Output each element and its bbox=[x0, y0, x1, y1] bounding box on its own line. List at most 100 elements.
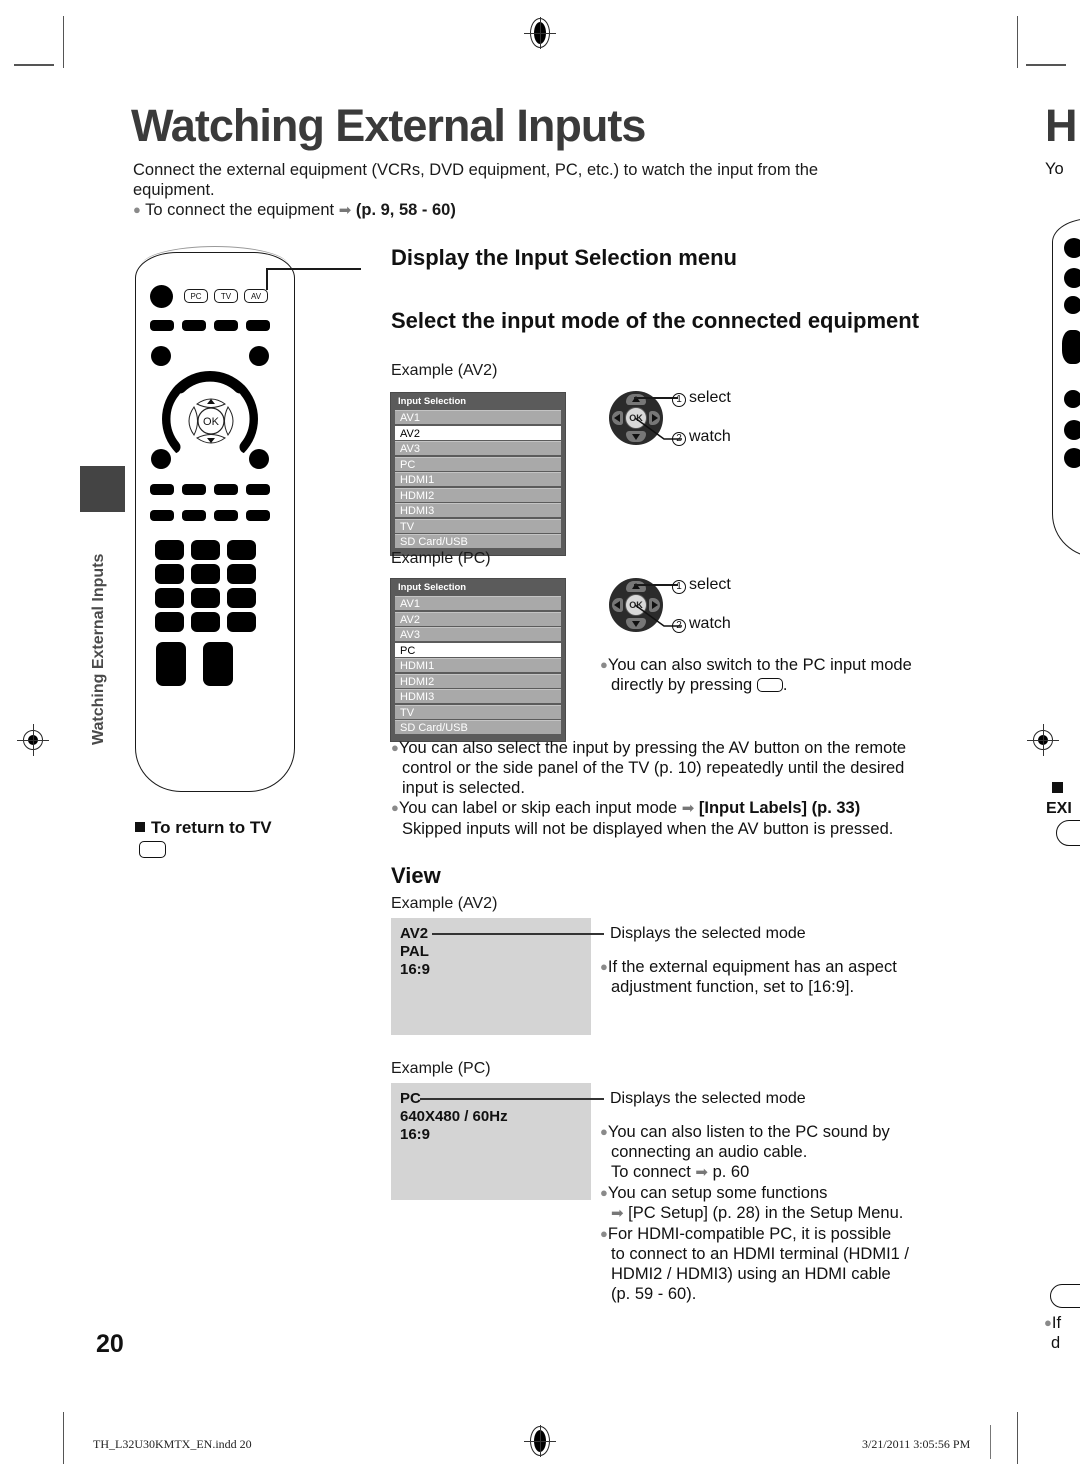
note-input-labels-line1: You can label or skip each input mode bbox=[398, 799, 678, 817]
callout-leader-vertical bbox=[266, 268, 268, 290]
step-watch-av2: 2 watch bbox=[672, 428, 731, 446]
osd-item-hdmi3[interactable]: HDMI3 bbox=[395, 503, 561, 517]
tv-screen-av2-osd: AV2 PAL 16:9 bbox=[400, 925, 430, 979]
step-select-label: select bbox=[689, 576, 731, 593]
callout-pc-label: Displays the selected mode bbox=[610, 1090, 806, 1107]
osd-item-pc[interactable]: PC bbox=[395, 456, 561, 471]
remote-keypad-button bbox=[155, 564, 184, 584]
remote-button bbox=[249, 346, 269, 366]
input-selection-menu-pc[interactable]: Input Selection AV1 AV2 AV3 PC HDMI1 HDM… bbox=[390, 578, 566, 742]
step-number-2: 2 bbox=[672, 619, 686, 633]
note-av-line1: You can also select the input by pressin… bbox=[398, 739, 907, 757]
note-av2-aspect-line2: adjustment function, set to [16:9]. bbox=[611, 978, 855, 996]
step-number-1: 1 bbox=[672, 580, 686, 594]
remote-button-large bbox=[203, 642, 233, 686]
step-select-av2: 1 select bbox=[672, 389, 731, 407]
next-page-button bbox=[1064, 390, 1080, 408]
right-arrow-icon: ➡ bbox=[611, 1205, 624, 1222]
registration-mark-top bbox=[524, 17, 556, 49]
bullet-dot-icon: ● bbox=[600, 1124, 608, 1139]
registration-mark-left bbox=[17, 724, 49, 756]
osd-item-av1[interactable]: AV1 bbox=[395, 410, 561, 424]
note-pc-setup-1: You can setup some functions bbox=[607, 1184, 828, 1202]
osd-item-hdmi3[interactable]: HDMI3 bbox=[395, 689, 561, 703]
bullet-dot-icon: ● bbox=[600, 1226, 608, 1241]
note-av-line3: input is selected. bbox=[402, 779, 525, 797]
note-av2-aspect: ●If the external equipment has an aspect… bbox=[600, 957, 980, 997]
input-selection-menu-av2[interactable]: Input Selection AV1 AV2 AV3 PC HDMI1 HDM… bbox=[390, 392, 566, 556]
screen-pc-aspect: 16:9 bbox=[400, 1126, 431, 1143]
step-watch-pc: 2 watch bbox=[672, 615, 731, 633]
callout-leader-horizontal bbox=[266, 268, 361, 270]
screen-av2-mode: AV2 bbox=[400, 925, 429, 942]
screen-av2-aspect: 16:9 bbox=[400, 961, 431, 978]
return-to-tv-label: To return to TV bbox=[151, 818, 272, 837]
step-watch-label: watch bbox=[689, 428, 731, 445]
osd-item-pc[interactable]: PC bbox=[395, 642, 561, 657]
remote-button bbox=[182, 320, 206, 331]
osd-item-tv[interactable]: TV bbox=[395, 704, 561, 719]
remote-button-large bbox=[156, 642, 186, 686]
page-number: 20 bbox=[96, 1330, 124, 1358]
crop-mark-bottom-left-v bbox=[63, 1412, 64, 1464]
view-example-pc-caption: Example (PC) bbox=[391, 1060, 491, 1077]
svg-text:OK: OK bbox=[203, 416, 220, 428]
remote-pc-label: PC bbox=[184, 289, 208, 303]
crop-mark-top-left-h bbox=[14, 64, 54, 66]
crop-mark-top-left-v bbox=[63, 16, 64, 68]
remote-keypad-button bbox=[227, 612, 256, 632]
step-watch-label: watch bbox=[689, 615, 731, 632]
remote-tv-label: TV bbox=[214, 289, 238, 303]
next-page-square-bullet-icon bbox=[1052, 782, 1063, 793]
remote-keypad-button bbox=[227, 540, 256, 560]
osd-item-hdmi1[interactable]: HDMI1 bbox=[395, 658, 561, 672]
footer-filename: TH_L32U30KMTX_EN.indd 20 bbox=[93, 1437, 252, 1451]
osd-item-av1[interactable]: AV1 bbox=[395, 596, 561, 610]
view-example-av2-caption: Example (AV2) bbox=[391, 895, 498, 912]
page-title: Watching External Inputs bbox=[131, 100, 646, 151]
note-pc-sound-2: connecting an audio cable. bbox=[611, 1143, 808, 1161]
intro-bullet-ref: (p. 9, 58 - 60) bbox=[355, 201, 456, 219]
remote-keypad-button bbox=[191, 612, 220, 632]
square-bullet-icon bbox=[135, 822, 145, 832]
heading-view: View bbox=[391, 863, 441, 888]
remote-keypad-button bbox=[191, 564, 220, 584]
remote-keypad-button bbox=[227, 564, 256, 584]
footer-divider bbox=[990, 1425, 991, 1459]
osd-item-av3[interactable]: AV3 bbox=[395, 441, 561, 455]
remote-power-button bbox=[150, 285, 173, 308]
osd-item-sd-card-usb[interactable]: SD Card/USB bbox=[395, 720, 561, 734]
osd-item-av3[interactable]: AV3 bbox=[395, 627, 561, 641]
remote-button bbox=[246, 320, 270, 331]
bullet-dot-icon: ● bbox=[391, 740, 399, 755]
remote-button bbox=[151, 449, 171, 469]
next-page-bullet-line2: d bbox=[1051, 1334, 1061, 1352]
osd-item-hdmi1[interactable]: HDMI1 bbox=[395, 472, 561, 486]
osd-item-av2[interactable]: AV2 bbox=[395, 611, 561, 626]
osd-item-hdmi2[interactable]: HDMI2 bbox=[395, 487, 561, 502]
remote-button bbox=[246, 484, 270, 495]
remote-button bbox=[249, 449, 269, 469]
note-pc-connect: To connect bbox=[611, 1163, 691, 1181]
note-pc-hdmi-1: For HDMI-compatible PC, it is possible bbox=[607, 1225, 892, 1243]
side-index-tab bbox=[80, 466, 125, 512]
crop-mark-bottom-right-v bbox=[1017, 1412, 1018, 1464]
bullet-dot-icon: ● bbox=[391, 800, 399, 815]
side-index-label: Watching External Inputs bbox=[90, 553, 107, 745]
left-arrow-icon bbox=[614, 601, 620, 609]
osd-item-tv[interactable]: TV bbox=[395, 518, 561, 533]
next-page-button bbox=[1064, 268, 1080, 288]
right-arrow-icon: ➡ bbox=[338, 202, 352, 219]
note-input-labels-line2: Skipped inputs will not be displayed whe… bbox=[402, 820, 894, 838]
remote-keypad-button bbox=[155, 540, 184, 560]
remote-button bbox=[182, 484, 206, 495]
note-av-line2: control or the side panel of the TV (p. … bbox=[402, 759, 905, 777]
osd-item-hdmi2[interactable]: HDMI2 bbox=[395, 673, 561, 688]
osd-item-sd-card-usb[interactable]: SD Card/USB bbox=[395, 534, 561, 548]
next-page-button bbox=[1064, 448, 1080, 468]
remote-button bbox=[214, 484, 238, 495]
step-number-1: 1 bbox=[672, 393, 686, 407]
osd-item-av2[interactable]: AV2 bbox=[395, 425, 561, 440]
next-page-intro-fragment: Yo bbox=[1045, 160, 1064, 178]
note-av-button: ●You can also select the input by pressi… bbox=[391, 738, 981, 839]
